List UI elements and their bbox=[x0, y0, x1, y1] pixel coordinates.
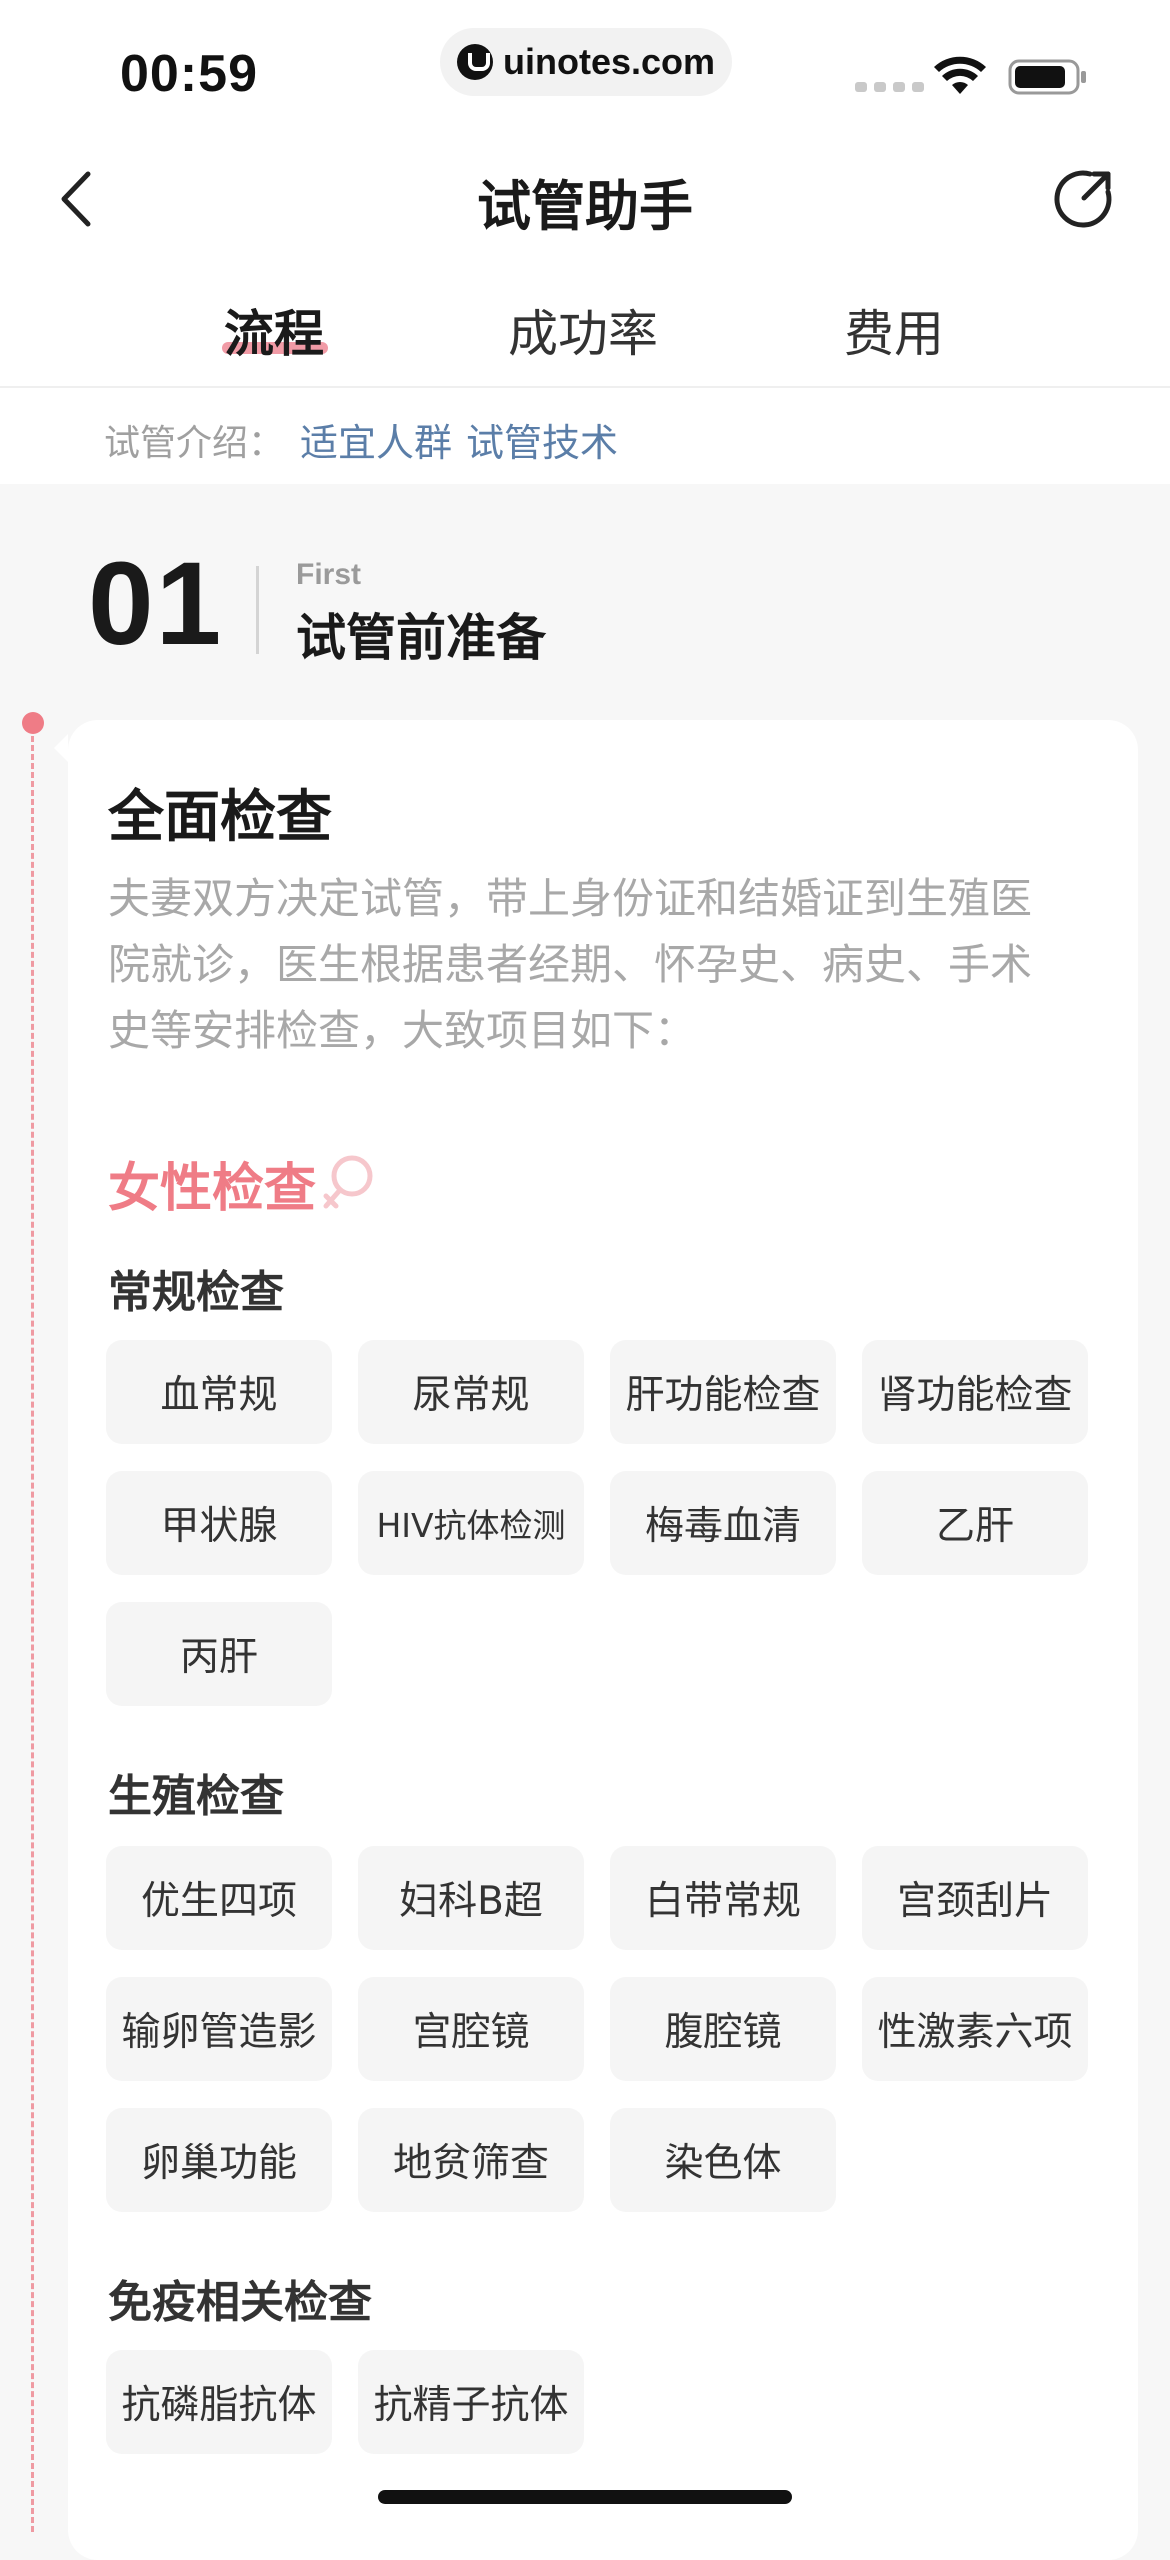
tab-cost[interactable]: 费用 bbox=[844, 294, 944, 366]
exam-tag[interactable]: 染色体 bbox=[610, 2108, 836, 2212]
exam-tag[interactable]: 性激素六项 bbox=[862, 1977, 1088, 2081]
exam-tag[interactable]: 抗磷脂抗体 bbox=[106, 2350, 332, 2454]
card-title: 全面检查 bbox=[108, 785, 332, 850]
exam-tag[interactable]: 地贫筛查 bbox=[358, 2108, 584, 2212]
exam-tag[interactable]: 抗精子抗体 bbox=[358, 2350, 584, 2454]
cellular-signal-icon bbox=[855, 82, 924, 92]
step-divider bbox=[256, 566, 259, 654]
tab-bar: 流程 成功率 费用 bbox=[0, 258, 1170, 388]
section-title-reproductive: 生殖检查 bbox=[108, 1771, 284, 1822]
exam-tag[interactable]: 丙肝 bbox=[106, 1602, 332, 1706]
step-card: 全面检查 夫妻双方决定试管，带上身份证和结婚证到生殖医 院就诊，医生根据患者经期… bbox=[54, 720, 1138, 2560]
exam-tag[interactable]: 甲状腺 bbox=[106, 1471, 332, 1575]
intro-row: 试管介绍： 适宜人群 试管技术 bbox=[0, 388, 1170, 484]
exam-tag[interactable]: 输卵管造影 bbox=[106, 1977, 332, 2081]
page-title: 试管助手 bbox=[477, 175, 693, 238]
link-ivf-technology[interactable]: 试管技术 bbox=[466, 412, 618, 467]
female-symbol-icon bbox=[323, 1155, 373, 1209]
site-logo-icon bbox=[456, 44, 493, 80]
step-label-en: First bbox=[296, 558, 362, 591]
exam-tag[interactable]: 肝功能检查 bbox=[610, 1340, 836, 1444]
exam-tag[interactable]: HIV抗体检测 bbox=[358, 1471, 584, 1575]
nav-bar: 试管助手 bbox=[0, 140, 1170, 258]
card-description-line: 史等安排检查，大致项目如下： bbox=[108, 1006, 697, 1055]
share-icon[interactable] bbox=[1054, 168, 1114, 228]
exam-tag[interactable]: 血常规 bbox=[106, 1340, 332, 1444]
exam-tag[interactable]: 肾功能检查 bbox=[862, 1340, 1088, 1444]
timeline-line bbox=[31, 736, 34, 2532]
exam-tag[interactable]: 乙肝 bbox=[862, 1471, 1088, 1575]
exam-tag[interactable]: 梅毒血清 bbox=[610, 1471, 836, 1575]
battery-icon bbox=[1008, 59, 1086, 95]
exam-tag[interactable]: 宫腔镜 bbox=[358, 1977, 584, 2081]
step-title: 试管前准备 bbox=[296, 609, 546, 667]
card-description-line: 院就诊，医生根据患者经期、怀孕史、病史、手术 bbox=[108, 940, 1033, 989]
step-number: 01 bbox=[88, 538, 224, 670]
tab-success-rate[interactable]: 成功率 bbox=[508, 294, 658, 366]
female-exam-title: 女性检查 bbox=[108, 1159, 317, 1219]
section-title-immune: 免疫相关检查 bbox=[108, 2277, 372, 2328]
card-description: 夫妻双方决定试管，带上身份证和结婚证到生殖医 院就诊，医生根据患者经期、怀孕史、… bbox=[108, 866, 1108, 1064]
link-suitable-people[interactable]: 适宜人群 bbox=[300, 412, 452, 467]
exam-tag[interactable]: 尿常规 bbox=[358, 1340, 584, 1444]
intro-label: 试管介绍： bbox=[104, 423, 285, 464]
wifi-icon bbox=[934, 56, 986, 94]
home-indicator[interactable] bbox=[378, 2490, 792, 2504]
exam-tag[interactable]: 白带常规 bbox=[610, 1846, 836, 1950]
card-description-line: 夫妻双方决定试管，带上身份证和结婚证到生殖医 bbox=[108, 874, 1033, 923]
tab-process[interactable]: 流程 bbox=[224, 294, 324, 366]
exam-tag[interactable]: 妇科B超 bbox=[358, 1846, 584, 1950]
exam-tag[interactable]: 宫颈刮片 bbox=[862, 1846, 1088, 1950]
status-bar: 00:59 uinotes.com bbox=[0, 0, 1170, 140]
status-time: 00:59 bbox=[120, 45, 258, 103]
exam-tag[interactable]: 优生四项 bbox=[106, 1846, 332, 1950]
url-pill[interactable]: uinotes.com bbox=[440, 28, 732, 96]
exam-tag[interactable]: 腹腔镜 bbox=[610, 1977, 836, 2081]
section-title-routine: 常规检查 bbox=[108, 1267, 284, 1318]
exam-tag[interactable]: 卵巢功能 bbox=[106, 2108, 332, 2212]
url-text: uinotes.com bbox=[502, 41, 716, 82]
timeline-dot bbox=[22, 712, 44, 734]
